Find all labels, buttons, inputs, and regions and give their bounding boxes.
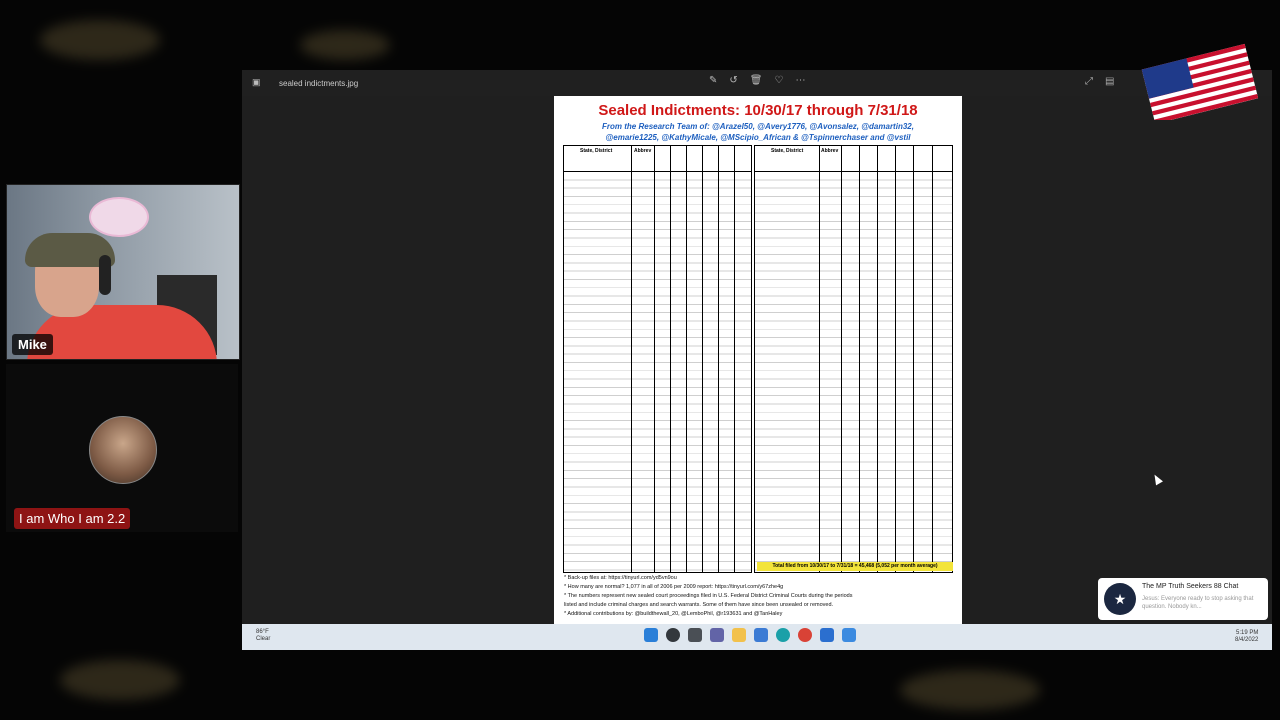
notification-title: The MP Truth Seekers 88 Chat [1142, 583, 1239, 590]
right-table-rows [755, 172, 952, 572]
chat-notification[interactable]: ★ The MP Truth Seekers 88 Chat Jesus: Ev… [1098, 578, 1268, 620]
search-icon[interactable] [666, 628, 680, 642]
rotate-icon[interactable]: ↺ [729, 75, 737, 86]
store-icon[interactable] [754, 628, 768, 642]
footnote: listed and include criminal charges and … [564, 602, 834, 608]
left-table-header: State, District Abbrev [564, 146, 751, 172]
subtitle-line-2: @emarie1225, @KathyMicale, @MScipio_Afri… [605, 133, 911, 142]
photos-taskbar-icon[interactable] [842, 628, 856, 642]
headset-mic [99, 255, 111, 295]
left-header-abbrev: Abbrev [634, 148, 652, 154]
guest-name-tag: I am Who I am 2.2 [14, 508, 131, 529]
delete-icon[interactable]: 🗑 [750, 75, 763, 86]
background-light [300, 30, 390, 60]
document-footnotes: * Back-up files at: https://tinyurl.com/… [564, 574, 954, 619]
right-table: State, District Abbrev [754, 145, 953, 573]
expand-icon[interactable]: ⤢ [1085, 76, 1093, 87]
file-explorer-icon[interactable] [732, 628, 746, 642]
app-icon[interactable] [820, 628, 834, 642]
weather-desc: Clear [256, 636, 271, 642]
document-image: Sealed Indictments: 10/30/17 through 7/3… [554, 96, 962, 624]
chat-group-icon: ★ [1104, 583, 1136, 615]
footnote: * Additional contributions by: @buildthe… [564, 611, 783, 617]
clock-date: 8/4/2022 [1235, 637, 1259, 643]
viewer-titlebar: ▣ sealed indictments.jpg ✎ ↺ 🗑 ♡ ⋯ ⤢ ▤ [242, 70, 1272, 96]
total-summary-bar: Total filed from 10/30/17 to 7/31/18 = 4… [757, 562, 953, 571]
background-light [40, 20, 160, 60]
photos-app-icon: ▣ [252, 77, 261, 87]
favorite-icon[interactable]: ♡ [774, 75, 783, 86]
chrome-icon[interactable] [798, 628, 812, 642]
file-name: sealed indictments.jpg [279, 79, 359, 88]
taskbar-icons [644, 628, 856, 642]
background-light [900, 670, 1040, 710]
document-subtitle: From the Research Team of: @Arazel50, @A… [554, 121, 962, 143]
start-icon[interactable] [644, 628, 658, 642]
viewer-toolbar: ✎ ↺ 🗑 ♡ ⋯ [709, 75, 805, 86]
left-table-rows [564, 172, 751, 572]
left-header-state: State, District [580, 148, 613, 154]
edge-icon[interactable] [776, 628, 790, 642]
subtitle-line-1: From the Research Team of: @Arazel50, @A… [602, 122, 914, 131]
notification-message: Jesus: Everyone ready to stop asking tha… [1142, 596, 1254, 610]
windows-taskbar: 86°F Clear 5:19 PM 8/4/2022 [242, 624, 1272, 650]
wall-sign [89, 197, 149, 237]
fullscreen-icon[interactable]: ▤ [1105, 76, 1114, 87]
left-table: State, District Abbrev [563, 145, 752, 573]
weather-widget[interactable]: 86°F Clear [256, 629, 270, 643]
right-table-header: State, District Abbrev [755, 146, 952, 172]
system-clock[interactable]: 5:19 PM 8/4/2022 [1235, 630, 1258, 644]
right-header-state: State, District [771, 148, 804, 154]
footnote: * The numbers represent new sealed court… [564, 593, 853, 599]
american-flag-icon [1141, 43, 1258, 120]
clock-time: 5:19 PM [1236, 630, 1259, 636]
more-icon[interactable]: ⋯ [795, 75, 805, 86]
footnote: * How many are normal? 1,077 in all of 2… [564, 584, 784, 590]
background-light [60, 660, 180, 700]
window-controls: ⤢ ▤ [1085, 76, 1114, 87]
guest-avatar [89, 416, 157, 484]
footnote: * Back-up files at: https://tinyurl.com/… [564, 575, 677, 581]
host-name-tag: Mike [12, 334, 53, 355]
edit-icon[interactable]: ✎ [709, 75, 717, 86]
document-title: Sealed Indictments: 10/30/17 through 7/3… [598, 102, 918, 119]
right-header-abbrev: Abbrev [821, 148, 839, 154]
weather-temp: 86°F [256, 629, 269, 635]
chat-icon[interactable] [710, 628, 724, 642]
task-view-icon[interactable] [688, 628, 702, 642]
